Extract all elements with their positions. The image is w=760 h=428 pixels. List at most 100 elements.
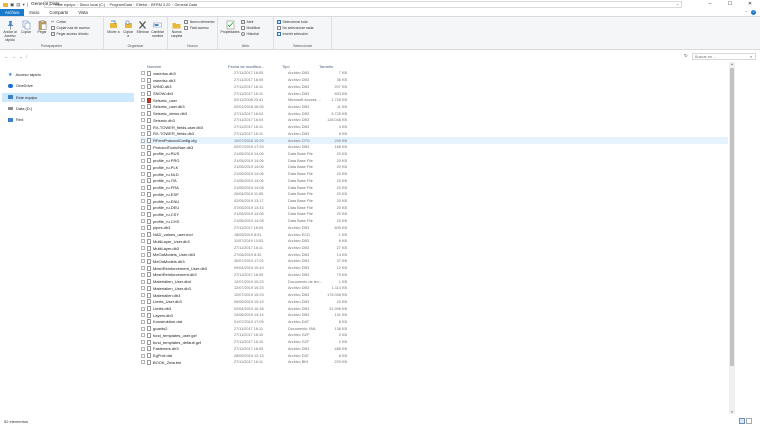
row-checkbox[interactable] xyxy=(141,219,145,224)
file-row[interactable]: profile_ru.PLK 21/05/2019 14:06 Data Base … xyxy=(140,164,728,171)
file-row[interactable]: MeOaModels.db3 30/07/2019 17:02 Archivo DB… xyxy=(140,258,728,265)
tab-inicio[interactable]: Inicio xyxy=(24,9,44,16)
help-icon[interactable]: ? xyxy=(751,10,756,15)
file-row[interactable]: MeshReinforcement.db3 27/11/2017 16:05 Arc… xyxy=(140,272,728,279)
cut-button[interactable]: ✂ Cortar xyxy=(51,19,90,24)
file-row[interactable]: profile_ru.CSY 21/05/2019 14:06 Data Base … xyxy=(140,211,728,218)
nav-item-onedrive[interactable]: OneDrive xyxy=(0,81,138,90)
tab-vista[interactable]: Vista xyxy=(73,9,92,16)
column-header-name[interactable]: Nombre xyxy=(147,64,228,69)
row-checkbox[interactable] xyxy=(141,178,145,183)
tab-compartir[interactable]: Compartir xyxy=(44,9,73,16)
row-checkbox[interactable] xyxy=(141,98,145,103)
paste-shortcut-button[interactable]: Pegar acceso directo xyxy=(51,31,90,36)
up-arrow-icon[interactable]: ↑ xyxy=(26,54,28,60)
file-row[interactable]: Fasteners.db3 27/11/2017 16:05 Archivo DB3… xyxy=(140,345,728,352)
details-view-icon[interactable] xyxy=(739,418,745,424)
row-checkbox[interactable] xyxy=(141,286,145,291)
file-row[interactable]: SNOW.db3 27/11/2017 16:11 Archivo DB3 603 K… xyxy=(140,90,728,97)
file-row[interactable]: BOOK_Zeta.bin 27/11/2017 16:11 Archivo BIN… xyxy=(140,359,728,366)
row-checkbox[interactable] xyxy=(141,125,145,130)
row-checkbox[interactable] xyxy=(141,326,145,331)
row-checkbox[interactable] xyxy=(141,353,145,358)
file-row[interactable]: WIND.db3 27/11/2017 16:11 Archivo DB3 207 K… xyxy=(140,83,728,90)
row-checkbox[interactable] xyxy=(141,165,145,170)
file-row[interactable]: Seismic_user 02/11/2008 23:41 Microsoft Ac… xyxy=(140,97,728,104)
file-row[interactable]: profile_ru.ENU 02/05/2019 13:17 Data Base … xyxy=(140,198,728,205)
file-row[interactable]: profile_ru.RUS 21/05/2019 14:06 Data Base … xyxy=(140,151,728,158)
row-checkbox[interactable] xyxy=(141,138,145,143)
row-checkbox[interactable] xyxy=(141,293,145,298)
file-row[interactable]: profile_ru.ITA 21/05/2019 14:06 Data Base … xyxy=(140,178,728,185)
file-row[interactable]: RX-TOWER_fields-user.db3 27/11/2017 16:11… xyxy=(140,124,728,131)
file-row[interactable]: RX-TOWER_fields.db3 27/11/2017 16:11 Archi… xyxy=(140,130,728,137)
row-checkbox[interactable] xyxy=(141,84,145,89)
row-checkbox[interactable] xyxy=(141,131,145,136)
invert-selection-button[interactable]: Invertir selección xyxy=(277,31,313,36)
file-row[interactable]: profile_ru.NLD 21/05/2019 14:06 Data Base … xyxy=(140,171,728,178)
file-row[interactable]: Layers.db3 24/06/2019 13:14 Archivo DB3 131… xyxy=(140,312,728,319)
new-folder-quick-icon[interactable]: ▤ xyxy=(16,2,20,8)
file-row[interactable]: Seismic_user.db3 02/01/2018 16:05 Archivo … xyxy=(140,104,728,111)
row-checkbox[interactable] xyxy=(141,151,145,156)
customize-quick-access-icon[interactable]: ▾ xyxy=(23,2,25,8)
easy-access-button[interactable]: Fácil acceso xyxy=(184,25,214,30)
history-button[interactable]: Historial xyxy=(241,31,260,36)
file-row[interactable]: MultiLayer_User.db3 11/07/2019 10:53 Archi… xyxy=(140,238,728,245)
row-checkbox[interactable] xyxy=(141,199,145,204)
nav-item-red[interactable]: Red xyxy=(0,115,138,124)
file-row[interactable]: pipes.db3 27/11/2017 16:09 Archivo DB3 609 … xyxy=(140,225,728,232)
row-checkbox[interactable] xyxy=(141,340,145,345)
breadcrumb-item[interactable]: Eltebd xyxy=(136,3,147,7)
row-checkbox[interactable] xyxy=(141,212,145,217)
file-row[interactable]: Konstruktion.dat 01/07/2019 17:09 Archivo … xyxy=(140,319,728,326)
file-row[interactable]: MeOaModels_User.db3 27/06/2019 8:32 Archiv… xyxy=(140,251,728,258)
scrollbar-thumb[interactable] xyxy=(730,68,734,366)
column-header-date[interactable]: Fecha de modifica... xyxy=(228,64,282,69)
row-checkbox[interactable] xyxy=(141,346,145,351)
column-header-type[interactable]: Tipo xyxy=(282,64,319,69)
file-row[interactable]: profile_ru.ESP 26/04/2019 11:55 Data Base … xyxy=(140,191,728,198)
file-row[interactable]: ProtocolTools/Nae.db3 02/07/2019 17:29 Arc… xyxy=(140,144,728,151)
row-checkbox[interactable] xyxy=(141,145,145,150)
open-button[interactable]: Abrir xyxy=(241,19,260,24)
row-checkbox[interactable] xyxy=(141,333,145,338)
file-row[interactable]: vseedsc.db3 27/11/2017 16:05 Archivo DB3 36… xyxy=(140,77,728,84)
row-checkbox[interactable] xyxy=(141,104,145,109)
row-checkbox[interactable] xyxy=(141,360,145,365)
row-checkbox[interactable] xyxy=(141,313,145,318)
row-checkbox[interactable] xyxy=(141,91,145,96)
new-item-button[interactable]: Nuevo elemento xyxy=(184,19,215,24)
forward-arrow-icon[interactable]: → xyxy=(12,54,17,60)
nav-item-este-equipo[interactable]: Este equipo xyxy=(2,92,134,102)
file-row[interactable]: EgProf.dat 28/09/2019 12:13 Archivo DAT 8 K… xyxy=(140,352,728,359)
file-row[interactable]: Materialien_User.db3 12/07/2019 10:23 Arch… xyxy=(140,285,728,292)
row-checkbox[interactable] xyxy=(141,259,145,264)
row-checkbox[interactable] xyxy=(141,239,145,244)
breadcrumb-item[interactable]: Este equipo xyxy=(55,3,75,7)
row-checkbox[interactable] xyxy=(141,266,145,271)
file-row[interactable]: Materialien.db3 12/07/2019 10:23 Archivo D… xyxy=(140,292,728,299)
column-header-size[interactable]: Tamaño xyxy=(319,64,341,69)
row-checkbox[interactable] xyxy=(141,232,145,237)
maximize-button[interactable]: ☐ xyxy=(720,0,740,9)
row-checkbox[interactable] xyxy=(141,205,145,210)
breadcrumb-item[interactable]: ProgramData xyxy=(109,3,132,7)
row-checkbox[interactable] xyxy=(141,306,145,311)
file-row[interactable]: MeshReinforcement_User.db3 09/04/2019 10:… xyxy=(140,265,728,272)
file-row[interactable]: fund_templates_default.gzf 27/11/2017 16:… xyxy=(140,339,728,346)
minimize-button[interactable]: – xyxy=(700,0,720,9)
breadcrumb-item[interactable]: Disco local (C:) xyxy=(80,3,106,7)
row-checkbox[interactable] xyxy=(141,279,145,284)
file-row[interactable]: Limits.db3 02/04/2019 10:18 Archivo DB3 31.… xyxy=(140,305,728,312)
row-checkbox[interactable] xyxy=(141,78,145,83)
row-checkbox[interactable] xyxy=(141,252,145,257)
close-button[interactable]: ✕ xyxy=(740,0,760,9)
row-checkbox[interactable] xyxy=(141,118,145,123)
select-none-button[interactable]: No seleccionar nada xyxy=(277,25,313,30)
row-checkbox[interactable] xyxy=(141,111,145,116)
search-box[interactable]: ⌕ xyxy=(692,53,756,60)
back-arrow-icon[interactable]: ← xyxy=(4,54,9,60)
file-row[interactable]: Seismic.db3 27/11/2017 16:04 Archivo DB3 12… xyxy=(140,117,728,124)
row-checkbox[interactable] xyxy=(141,71,145,76)
